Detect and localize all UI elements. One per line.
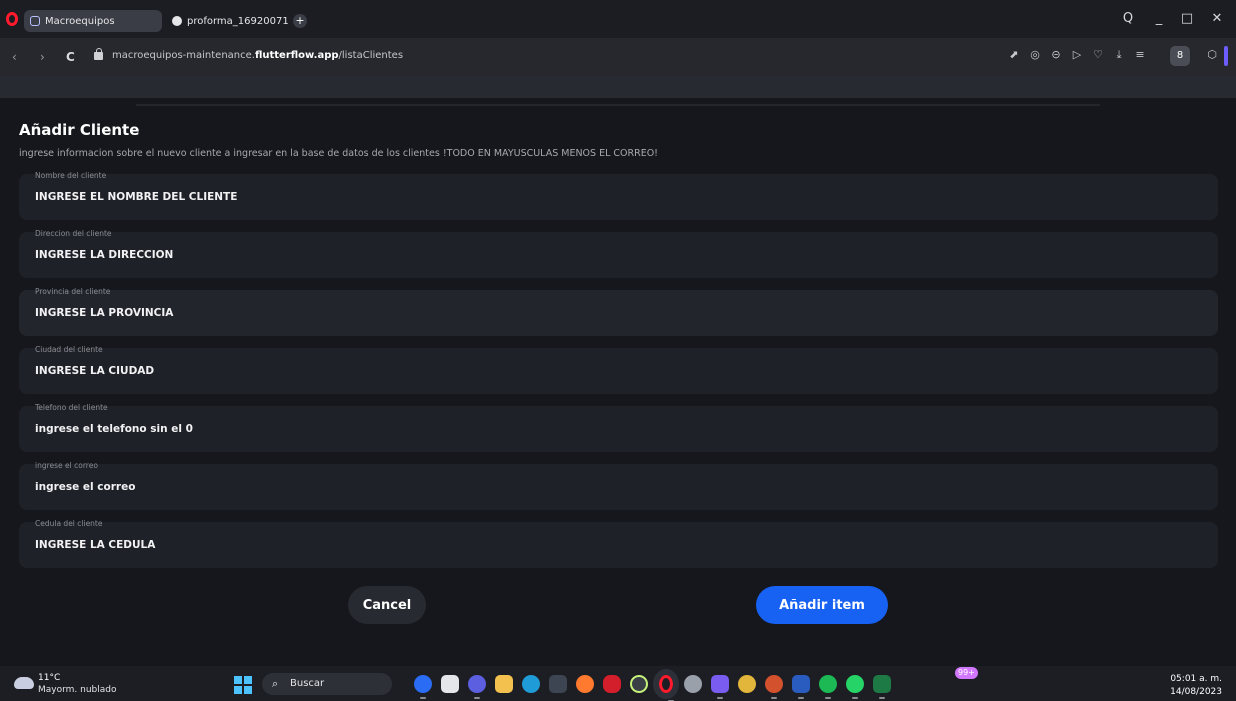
player-icon[interactable]: ▷	[1069, 48, 1085, 61]
weather-description[interactable]: Mayorm. nublado	[38, 685, 117, 695]
weather-temperature[interactable]: 11°C	[38, 673, 60, 683]
client-email-field[interactable]: ingrese el correo ingrese el correo	[19, 461, 1218, 510]
field-value: ingrese el telefono sin el 0	[35, 423, 193, 435]
share-icon[interactable]: ⬈	[1006, 48, 1022, 61]
url-domain: flutterflow.app	[254, 50, 339, 61]
field-label: Nombre del cliente	[35, 171, 107, 180]
app-icon-8[interactable]	[603, 675, 621, 693]
globe-icon	[172, 16, 182, 26]
profile-icon[interactable]: 8	[1170, 46, 1190, 66]
search-icon: ⌕	[272, 677, 279, 690]
cloud-icon[interactable]	[14, 677, 34, 689]
restore-button[interactable]: □	[1178, 11, 1196, 26]
field-label: Ciudad del cliente	[35, 345, 103, 354]
close-button[interactable]: ✕	[1208, 11, 1226, 26]
teams-icon[interactable]	[468, 675, 486, 699]
app-icon-9[interactable]	[630, 675, 648, 693]
extensions-icon[interactable]: ⬡	[1204, 48, 1220, 61]
tab-proforma[interactable]: proforma_1692007174133	[166, 10, 288, 32]
minimize-button[interactable]: _	[1150, 11, 1168, 26]
notification-badge: 99+	[955, 667, 978, 679]
clock-date: 14/08/2023	[1170, 687, 1222, 697]
client-address-field[interactable]: Direccion del cliente INGRESE LA DIRECCI…	[19, 229, 1218, 278]
camera-icon[interactable]: ◎	[1027, 48, 1043, 61]
back-button[interactable]: ‹	[12, 50, 17, 64]
forward-button[interactable]: ›	[40, 50, 45, 64]
add-client-form: Añadir Cliente ingrese informacion sobre…	[0, 98, 1236, 666]
taskbar: 11°C Mayorm. nublado ⌕ Buscar 99+ 05:01 …	[0, 666, 1236, 701]
vpn-icon[interactable]: ⊝	[1048, 48, 1064, 61]
tab-macroequipos[interactable]: Macroequipos	[24, 10, 162, 32]
field-label: Cedula del cliente	[35, 519, 103, 528]
chrome-icon[interactable]	[738, 675, 756, 693]
powerpoint-icon[interactable]	[765, 675, 783, 699]
store-icon[interactable]	[549, 675, 567, 693]
url-path: /listaClientes	[338, 50, 404, 61]
field-value: INGRESE LA CEDULA	[35, 539, 156, 551]
whatsapp-icon[interactable]	[846, 675, 864, 699]
field-label: ingrese el correo	[35, 461, 98, 470]
screen: Macroequipos proforma_1692007174133 + Q …	[0, 0, 1236, 701]
edge-icon[interactable]	[522, 675, 540, 693]
address-bar-row: ‹ › C macroequipos-maintenance.flutterfl…	[0, 38, 1236, 76]
search-placeholder: Buscar	[290, 678, 325, 689]
clock-time: 05:01 a. m.	[1170, 674, 1222, 684]
add-item-button[interactable]: Añadir item	[756, 586, 888, 624]
folder-icon[interactable]	[495, 675, 513, 693]
page-subtitle: ingrese informacion sobre el nuevo clien…	[19, 148, 658, 159]
opera-logo-icon[interactable]	[6, 12, 18, 26]
client-phone-field[interactable]: Telefono del cliente ingrese el telefono…	[19, 403, 1218, 452]
lock-icon[interactable]	[94, 48, 103, 60]
windows-start-icon[interactable]	[234, 676, 252, 694]
field-label: Direccion del cliente	[35, 229, 112, 238]
field-value: INGRESE EL NOMBRE DEL CLIENTE	[35, 191, 238, 203]
tab-label: proforma_1692007174133	[187, 15, 288, 27]
word-icon[interactable]	[792, 675, 810, 699]
new-tab-button[interactable]: +	[293, 14, 307, 28]
page-title: Añadir Cliente	[19, 121, 140, 139]
field-label: Telefono del cliente	[35, 403, 108, 412]
app-icon-2[interactable]	[441, 675, 459, 693]
cancel-button[interactable]: Cancel	[348, 586, 426, 624]
opera-icon[interactable]	[653, 669, 679, 701]
taskbar-search[interactable]: ⌕ Buscar	[262, 673, 392, 695]
app-icon-1[interactable]	[414, 675, 432, 699]
address-bar[interactable]: macroequipos-maintenance.flutterflow.app…	[112, 50, 403, 61]
reload-button[interactable]: C	[66, 50, 75, 64]
tab-label: Macroequipos	[45, 15, 115, 27]
field-label: Provincia del cliente	[35, 287, 111, 296]
sheet-handle	[136, 104, 1100, 106]
app-tab-icon	[30, 16, 40, 26]
system-clock[interactable]: 05:01 a. m. 14/08/2023	[1170, 673, 1222, 699]
field-value: INGRESE LA PROVINCIA	[35, 307, 174, 319]
client-id-field[interactable]: Cedula del cliente INGRESE LA CEDULA	[19, 519, 1218, 568]
field-value: ingrese el correo	[35, 481, 136, 493]
heart-icon[interactable]: ♡	[1090, 48, 1106, 61]
field-value: INGRESE LA DIRECCION	[35, 249, 174, 261]
excel-icon[interactable]	[873, 675, 891, 699]
field-value: INGRESE LA CIUDAD	[35, 365, 155, 377]
spotify-icon[interactable]	[819, 675, 837, 699]
app-top-band	[0, 76, 1236, 98]
browser-tab-bar: Macroequipos proforma_1692007174133 + Q …	[0, 0, 1236, 38]
client-city-field[interactable]: Ciudad del cliente INGRESE LA CIUDAD	[19, 345, 1218, 394]
menu-icon[interactable]: ≡	[1132, 48, 1148, 61]
app-icon-11[interactable]	[684, 675, 702, 693]
client-province-field[interactable]: Provincia del cliente INGRESE LA PROVINC…	[19, 287, 1218, 336]
client-name-field[interactable]: Nombre del cliente INGRESE EL NOMBRE DEL…	[19, 171, 1218, 220]
url-prefix: macroequipos-maintenance.	[112, 50, 255, 61]
firefox-icon[interactable]	[576, 675, 594, 693]
download-icon[interactable]: ⤓	[1111, 48, 1127, 62]
app-icon-12[interactable]	[711, 675, 729, 699]
sidebar-accent	[1224, 46, 1228, 66]
search-tabs-icon[interactable]: Q	[1119, 11, 1137, 26]
